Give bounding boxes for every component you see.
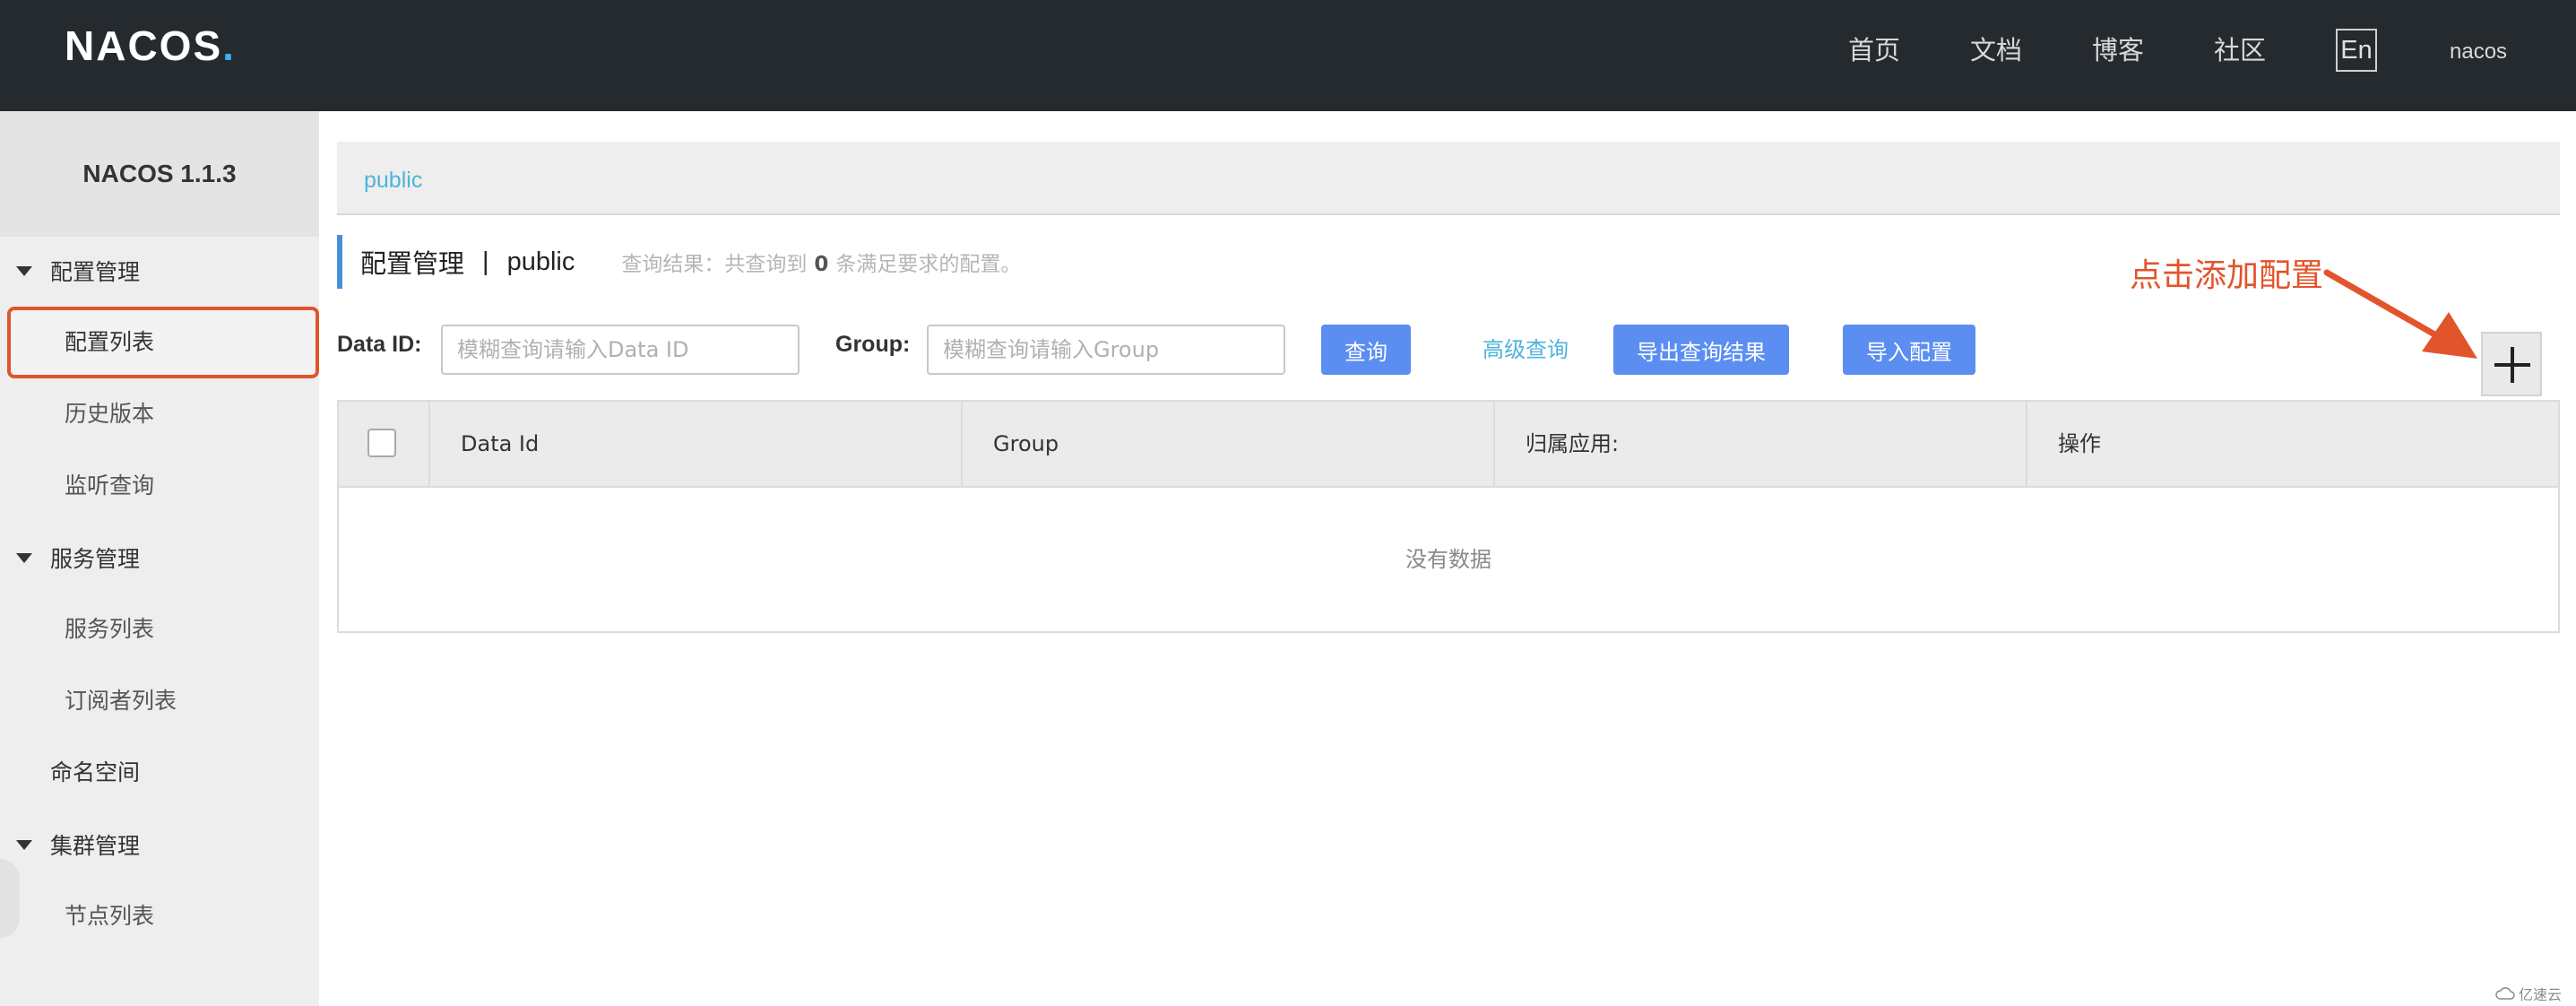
table-empty-state: 没有数据 (1405, 547, 1491, 572)
top-header: NACOS. 首页 文档 博客 社区 En nacos (0, 0, 2576, 111)
logo-text: NACOS (65, 22, 223, 69)
query-button[interactable]: 查询 (1321, 325, 1411, 375)
watermark: 亿速云 (2495, 983, 2562, 1004)
sidebar-version-title: NACOS 1.1.3 (0, 111, 319, 237)
nav-home[interactable]: 首页 (1848, 32, 1900, 68)
group-search-input[interactable] (927, 325, 1285, 375)
caret-down-icon (16, 552, 32, 563)
data-id-search-input[interactable] (441, 325, 800, 375)
import-config-button[interactable]: 导入配置 (1843, 325, 1975, 375)
select-all-cell (339, 402, 430, 486)
caret-down-icon (16, 839, 32, 850)
sidebar-item-subscriber-list[interactable]: 订阅者列表 (0, 665, 319, 737)
table-header: Data Id Group 归属应用: 操作 (339, 402, 2558, 488)
sidebar-item-config-list[interactable]: 配置列表 (7, 307, 319, 378)
user-name[interactable]: nacos (2450, 36, 2507, 68)
sidebar: NACOS 1.1.3 配置管理 配置列表 历史版本 监听查询 服务管理 服务列… (0, 111, 319, 1006)
sidebar-item-history[interactable]: 历史版本 (0, 378, 319, 450)
query-result-prefix: 查询结果：共查询到 (621, 253, 808, 276)
nacos-logo[interactable]: NACOS. (65, 22, 236, 70)
nav-blog[interactable]: 博客 (2092, 32, 2144, 68)
sidebar-item-node-list[interactable]: 节点列表 (0, 880, 319, 952)
group-label: Group: (835, 332, 911, 357)
watermark-text: 亿速云 (2519, 986, 2563, 1003)
page-title: 配置管理 (360, 248, 465, 279)
page-namespace: public (506, 247, 575, 276)
cloud-icon (2495, 987, 2515, 1000)
column-header-data-id[interactable]: Data Id (430, 402, 963, 486)
menu-group-cluster-management[interactable]: 集群管理 (0, 809, 319, 880)
language-switch-button[interactable]: En (2336, 29, 2377, 72)
menu-group-label: 配置管理 (50, 259, 141, 285)
menu-group-service-management[interactable]: 服务管理 (0, 522, 319, 594)
annotation-label: 点击添加配置 (2130, 257, 2324, 294)
add-config-button[interactable] (2481, 332, 2542, 396)
menu-group-label: 集群管理 (50, 833, 141, 859)
advanced-query-link[interactable]: 高级查询 (1482, 325, 1569, 375)
nav-community[interactable]: 社区 (2214, 32, 2266, 68)
column-header-app[interactable]: 归属应用: (1495, 402, 2027, 486)
column-header-group[interactable]: Group (963, 402, 1495, 486)
plus-icon-stroke (2511, 347, 2514, 383)
logo-dot: . (222, 22, 236, 69)
page-title-bar: 配置管理 | public 查询结果：共查询到 0 条满足要求的配置。 (337, 235, 1021, 289)
query-result-summary: 查询结果：共查询到 0 条满足要求的配置。 (621, 247, 1021, 277)
query-result-count: 0 (814, 253, 829, 276)
menu-group-label: 服务管理 (50, 546, 141, 572)
menu-group-config-management[interactable]: 配置管理 (0, 235, 319, 307)
config-table: Data Id Group 归属应用: 操作 没有数据 (337, 400, 2560, 633)
select-all-checkbox[interactable] (367, 429, 396, 457)
sidebar-item-service-list[interactable]: 服务列表 (0, 594, 319, 665)
sidebar-item-listener-query[interactable]: 监听查询 (0, 450, 319, 522)
sidebar-item-namespace[interactable]: 命名空间 (0, 737, 319, 809)
annotation-arrow-icon (2323, 269, 2477, 359)
export-results-button[interactable]: 导出查询结果 (1613, 325, 1789, 375)
title-separator: | (482, 247, 489, 276)
column-header-actions: 操作 (2058, 431, 2101, 456)
data-id-label: Data ID: (337, 332, 422, 357)
caret-down-icon (16, 265, 32, 276)
query-result-suffix: 条满足要求的配置。 (835, 253, 1022, 276)
nav-docs[interactable]: 文档 (1970, 32, 2022, 68)
namespace-public-link[interactable]: public (364, 142, 422, 219)
namespace-bar: public (337, 142, 2560, 215)
